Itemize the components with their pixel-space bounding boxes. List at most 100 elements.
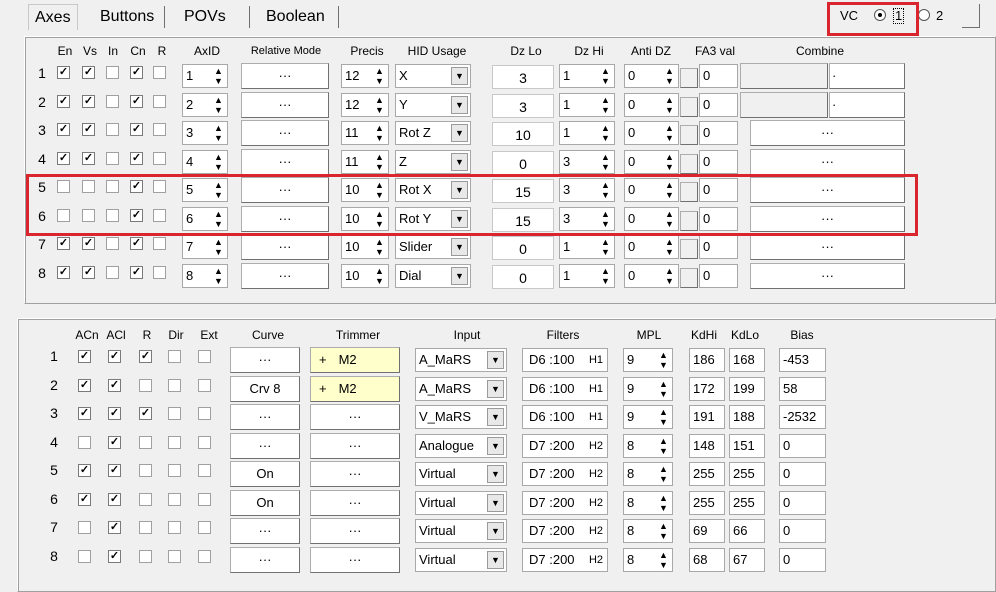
spinner-arrows-icon[interactable]: ▲ ▼ [371,265,388,287]
relative-mode-button[interactable]: ··· [241,262,329,289]
checkbox-ext[interactable] [198,407,211,420]
spinner-arrows-icon[interactable]: ▲ ▼ [661,122,678,144]
checkbox-acn[interactable]: ✓ [78,464,91,477]
checkbox-vs[interactable]: ✓ [82,123,95,136]
kdlo-field[interactable]: 67 [729,547,765,572]
bias-field[interactable]: 0 [779,519,826,543]
checkbox-acn[interactable] [78,549,91,563]
bias-field[interactable]: 0 [779,490,826,515]
spinner-arrows-icon[interactable]: ▲ ▼ [661,65,678,87]
trimmer-button[interactable]: ··· [310,489,400,516]
fa3-value-field[interactable]: 0 [699,263,738,288]
kdlo-field[interactable]: 168 [729,348,765,372]
checkbox-in[interactable] [106,237,119,250]
relative-mode-button[interactable]: ··· [241,205,329,232]
spinner-arrows-icon[interactable]: ▲ ▼ [597,236,614,258]
filter-field[interactable]: D7 :200 H2 [522,490,608,515]
input-source-dropdown[interactable]: Virtual ▼ [415,462,507,486]
trimmer-button[interactable]: ··· [310,432,400,459]
spinner-arrows-icon[interactable]: ▲ ▼ [597,122,614,144]
dropdown-arrow-icon[interactable]: ▼ [487,379,504,398]
kdlo-field[interactable]: 199 [729,376,765,401]
relative-mode-button[interactable]: ··· [241,234,329,260]
mpl-spinner[interactable]: 9 ▲ ▼ [623,405,673,429]
filter-field[interactable]: D7 :200 H2 [522,547,608,572]
checkbox-in[interactable] [106,66,119,79]
mpl-spinner[interactable]: 8 ▲ ▼ [623,462,673,486]
checkbox-en[interactable]: ✓ [57,94,70,108]
dz-hi-spinner[interactable]: 1 ▲ ▼ [559,263,615,288]
spinner-arrows-icon[interactable]: ▲ ▼ [597,151,614,173]
spinner-arrows-icon[interactable]: ▲ ▼ [597,208,614,230]
checkbox-acn[interactable]: ✓ [78,492,91,506]
spinner-arrows-icon[interactable]: ▲ ▼ [597,94,614,116]
checkbox-r[interactable]: ✓ [139,407,152,420]
checkbox-r[interactable] [139,435,152,449]
dropdown-arrow-icon[interactable]: ▼ [487,436,504,455]
input-source-dropdown[interactable]: Virtual ▼ [415,519,507,543]
spinner-arrows-icon[interactable]: ▲ ▼ [661,236,678,258]
kdlo-field[interactable]: 66 [729,519,765,543]
spinner-arrows-icon[interactable]: ▲ ▼ [371,179,388,201]
fa3-toggle-button[interactable] [680,153,698,174]
anti-dz-spinner[interactable]: 0 ▲ ▼ [624,178,679,202]
spinner-arrows-icon[interactable]: ▲ ▼ [371,94,388,116]
mpl-spinner[interactable]: 8 ▲ ▼ [623,490,673,515]
checkbox-r[interactable] [153,237,166,250]
vc-radio-1[interactable] [874,9,886,21]
fa3-value-field[interactable]: 0 [699,121,738,145]
checkbox-dir[interactable] [168,378,181,392]
spinner-arrows-icon[interactable]: ▲ ▼ [597,65,614,87]
input-source-dropdown[interactable]: A_MaRS ▼ [415,376,507,401]
dz-hi-spinner[interactable]: 1 ▲ ▼ [559,235,615,259]
checkbox-dir[interactable] [168,464,181,477]
checkbox-acn[interactable] [78,435,91,449]
bias-field[interactable]: 0 [779,462,826,486]
filter-field[interactable]: D7 :200 H2 [522,462,608,486]
dropdown-arrow-icon[interactable]: ▼ [487,493,504,512]
kdhi-field[interactable]: 255 [689,462,725,486]
fa3-toggle-button[interactable] [680,125,698,145]
axid-spinner[interactable]: 7 ▲ ▼ [182,235,228,259]
checkbox-vs[interactable] [82,208,95,222]
combine-button[interactable]: ··· [750,205,905,232]
dropdown-arrow-icon[interactable]: ▼ [451,67,468,85]
checkbox-cn[interactable]: ✓ [130,66,143,79]
bias-field[interactable]: -453 [779,348,826,372]
checkbox-r[interactable]: ✓ [139,350,152,363]
checkbox-ext[interactable] [198,521,211,534]
relative-mode-button[interactable]: ··· [241,63,329,89]
filter-field[interactable]: D6 :100 H1 [522,348,608,372]
combine-left-button[interactable] [740,63,828,89]
kdlo-field[interactable]: 255 [729,462,765,486]
axid-spinner[interactable]: 4 ▲ ▼ [182,149,228,174]
checkbox-acn[interactable] [78,521,91,534]
checkbox-acn[interactable]: ✓ [78,350,91,363]
spinner-arrows-icon[interactable]: ▲ ▼ [371,208,388,230]
dz-hi-spinner[interactable]: 3 ▲ ▼ [559,149,615,174]
checkbox-vs[interactable]: ✓ [82,265,95,279]
spinner-arrows-icon[interactable]: ▲ ▼ [655,520,672,542]
spinner-arrows-icon[interactable]: ▲ ▼ [597,265,614,287]
dz-hi-spinner[interactable]: 1 ▲ ▼ [559,92,615,117]
checkbox-cn[interactable]: ✓ [130,94,143,108]
checkbox-ext[interactable] [198,464,211,477]
axid-spinner[interactable]: 5 ▲ ▼ [182,178,228,202]
combine-button[interactable]: ··· [750,262,905,289]
checkbox-acn[interactable]: ✓ [78,407,91,420]
checkbox-in[interactable] [106,151,119,165]
vc-radio-2[interactable] [918,9,930,21]
checkbox-en[interactable] [57,180,70,193]
filter-field[interactable]: D7 :200 H2 [522,433,608,458]
spinner-arrows-icon[interactable]: ▲ ▼ [371,122,388,144]
spinner-arrows-icon[interactable]: ▲ ▼ [661,151,678,173]
checkbox-acl[interactable]: ✓ [108,407,121,420]
kdhi-field[interactable]: 69 [689,519,725,543]
kdhi-field[interactable]: 191 [689,405,725,429]
precis-spinner[interactable]: 10 ▲ ▼ [341,206,389,231]
dz-hi-spinner[interactable]: 1 ▲ ▼ [559,64,615,88]
checkbox-r[interactable] [153,94,166,108]
checkbox-in[interactable] [106,265,119,279]
hid-usage-dropdown[interactable]: Rot Y ▼ [395,206,471,231]
input-source-dropdown[interactable]: Virtual ▼ [415,547,507,572]
